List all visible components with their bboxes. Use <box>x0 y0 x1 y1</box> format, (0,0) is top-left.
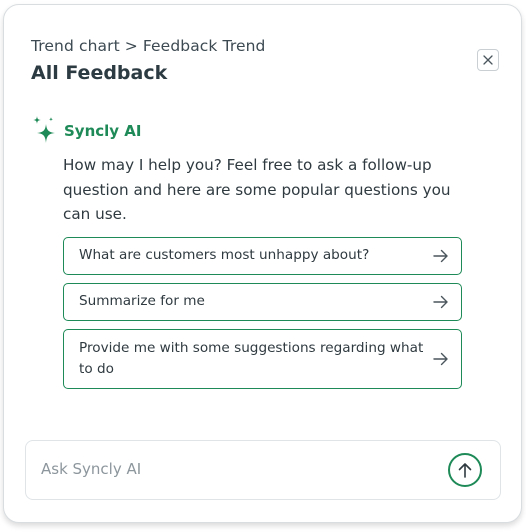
arrow-up-icon <box>458 463 472 478</box>
suggestion-button-unhappy[interactable]: What are customers most unhappy about? <box>63 237 462 275</box>
suggestion-label: Provide me with some suggestions regardi… <box>79 339 424 378</box>
ai-assistant-panel: Trend chart > Feedback Trend All Feedbac… <box>3 4 522 523</box>
chat-input-box <box>25 440 501 500</box>
assistant-name: Syncly AI <box>64 122 142 140</box>
suggestion-label: Summarize for me <box>79 293 205 310</box>
assistant-message: How may I help you? Feel free to ask a f… <box>63 156 451 223</box>
send-button[interactable] <box>448 453 482 487</box>
page-title: All Feedback <box>31 62 168 84</box>
close-button[interactable] <box>477 49 499 71</box>
breadcrumb: Trend chart > Feedback Trend <box>31 37 266 55</box>
suggestion-label: What are customers most unhappy about? <box>79 247 370 264</box>
chat-input[interactable] <box>41 457 431 481</box>
assistant-header: Syncly AI <box>31 115 141 145</box>
suggestion-button-suggestions[interactable]: Provide me with some suggestions regardi… <box>63 329 462 389</box>
arrow-right-icon <box>433 352 448 366</box>
suggestion-button-summarize[interactable]: Summarize for me <box>63 283 462 321</box>
arrow-right-icon <box>433 295 448 309</box>
arrow-right-icon <box>433 249 448 263</box>
close-icon <box>483 55 493 65</box>
sparkle-icon <box>33 116 55 143</box>
